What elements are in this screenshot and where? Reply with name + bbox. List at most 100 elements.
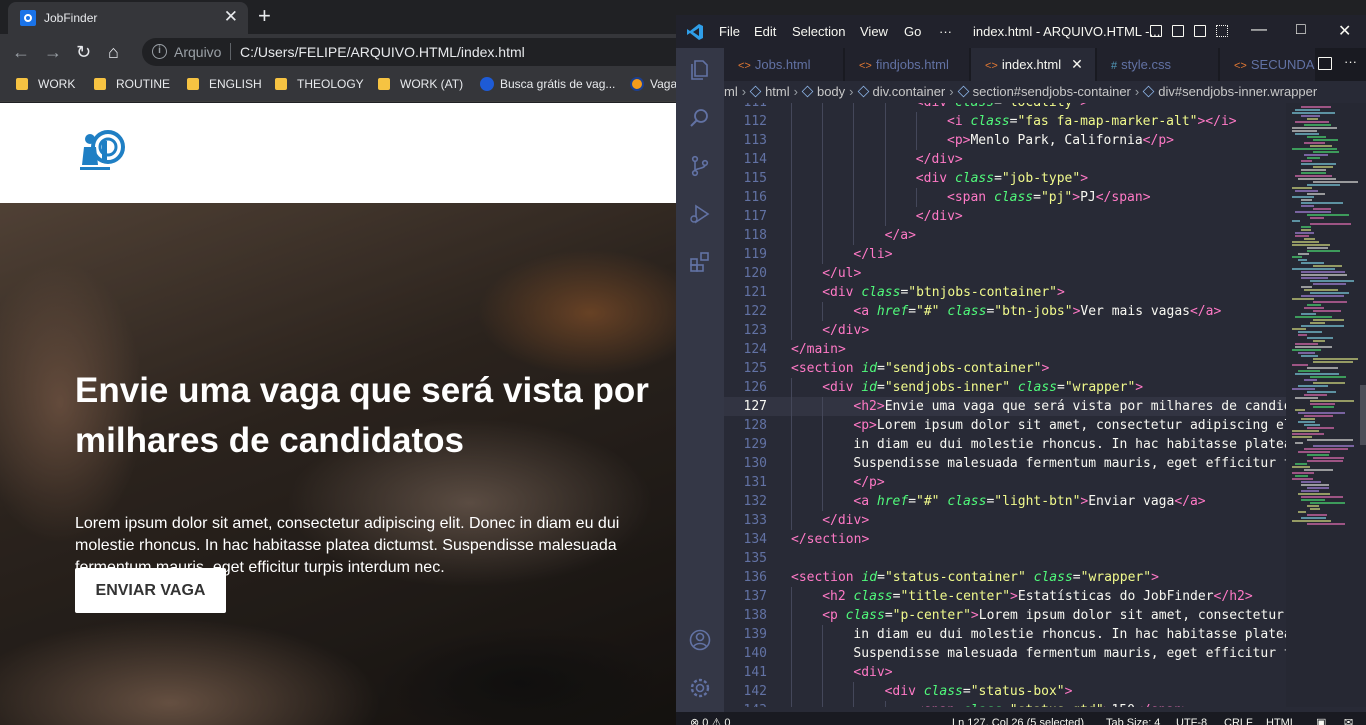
extensions-icon[interactable] (688, 250, 712, 274)
code-line[interactable]: 136 <section id="status-container" class=… (724, 568, 1286, 587)
language-mode[interactable]: HTML (1266, 712, 1296, 725)
bookmark-vaga[interactable]: Vaga (630, 77, 676, 91)
toggle-panel-icon[interactable] (1172, 25, 1184, 37)
new-tab-button[interactable]: + (258, 5, 271, 27)
jobfinder-logo-icon[interactable] (76, 127, 126, 177)
source-control-icon[interactable] (688, 154, 712, 178)
minimize-icon[interactable]: — (1251, 21, 1267, 39)
tab-index-html[interactable]: <> index.html ✕ (971, 48, 1096, 81)
breadcrumb-item[interactable]: section#sendjobs-container (973, 84, 1131, 99)
bookmark-theology[interactable]: THEOLOGY (275, 77, 364, 91)
minimap-line (1292, 112, 1335, 114)
code-line[interactable]: 138 <p class="p-center">Lorem ipsum dolor… (724, 606, 1286, 625)
home-icon[interactable]: ⌂ (108, 42, 119, 62)
toggle-secondary-sidebar-icon[interactable] (1194, 25, 1206, 37)
menu-go[interactable]: Go (904, 24, 921, 39)
code-line[interactable]: 131 </p> (724, 473, 1286, 492)
code-line[interactable]: 122 <a href="#" class="btn-jobs">Ver mais… (724, 302, 1286, 321)
customize-layout-icon[interactable] (1216, 25, 1228, 37)
tab-secundaria[interactable]: <> SECUNDA (1220, 48, 1316, 81)
breadcrumb-item[interactable]: div.container (873, 84, 946, 99)
code-line[interactable]: 133 </div> (724, 511, 1286, 530)
menu-edit[interactable]: Edit (754, 24, 776, 39)
code-line[interactable]: 120 </ul> (724, 264, 1286, 283)
code-line[interactable]: 124 </main> (724, 340, 1286, 359)
code-line[interactable]: 143 <span class="status-qtd">150</span> (724, 701, 1286, 707)
menu-selection[interactable]: Selection (792, 24, 845, 39)
reload-icon[interactable]: ↻ (76, 42, 91, 62)
code-token: = (1072, 570, 1081, 585)
settings-gear-icon[interactable] (688, 676, 712, 700)
line-ending[interactable]: CRLF (1224, 712, 1253, 725)
code-line[interactable]: 113 <p>Menlo Park, California</p> (724, 131, 1286, 150)
code-line[interactable]: 128 <p>Lorem ipsum dolor sit amet, consec… (724, 416, 1286, 435)
code-line[interactable]: 111 <div class="locality"> (724, 103, 1286, 112)
browser-tab[interactable]: JobFinder ✕ (8, 2, 248, 34)
close-tab-icon[interactable]: ✕ (1071, 56, 1083, 72)
breadcrumb-item[interactable]: body (817, 84, 845, 99)
code-line[interactable]: 116 <span class="pj">PJ</span> (724, 188, 1286, 207)
code-line[interactable]: 141 <div> (724, 663, 1286, 682)
cursor-position[interactable]: Ln 127, Col 26 (5 selected) (952, 712, 1084, 725)
code-line[interactable]: 137 <h2 class="title-center">Estatísticas… (724, 587, 1286, 606)
notifications-icon[interactable]: ✉ (1344, 712, 1353, 725)
problems-indicator[interactable]: ⊗ 0 ⚠ 0 (690, 712, 730, 725)
breadcrumb-item[interactable]: ml (724, 84, 738, 99)
close-window-icon[interactable]: ✕ (1338, 21, 1351, 41)
accounts-icon[interactable] (688, 628, 712, 652)
breadcrumb-item[interactable]: html (765, 84, 790, 99)
tab-size[interactable]: Tab Size: 4 (1106, 712, 1160, 725)
address-bar[interactable]: i Arquivo C:/Users/FELIPE/ARQUIVO.HTML/i… (142, 38, 676, 66)
bookmark-work-at[interactable]: WORK (AT) (378, 77, 463, 91)
tab-style-css[interactable]: # style.css (1097, 48, 1219, 81)
run-debug-icon[interactable] (688, 202, 712, 226)
enviar-vaga-button[interactable]: ENVIAR VAGA (75, 568, 226, 613)
tab-jobs-html[interactable]: <> Jobs.html (724, 48, 844, 81)
code-line[interactable]: 121 <div class="btnjobs-container"> (724, 283, 1286, 302)
bookmark-work[interactable]: WORK (16, 77, 75, 91)
code-line[interactable]: 115 <div class="job-type"> (724, 169, 1286, 188)
tab-findjobs-html[interactable]: <> findjobs.html (845, 48, 970, 81)
code-line[interactable]: 142 <div class="status-box"> (724, 682, 1286, 701)
feedback-icon[interactable]: ▣ (1316, 712, 1326, 725)
maximize-icon[interactable]: □ (1296, 21, 1306, 39)
bookmark-english[interactable]: ENGLISH (187, 77, 262, 91)
close-tab-icon[interactable]: ✕ (224, 8, 238, 26)
code-line[interactable]: 117 </div> (724, 207, 1286, 226)
code-editor[interactable]: 111<div class="locality">112<i class="fa… (724, 103, 1286, 707)
search-icon[interactable] (688, 106, 712, 130)
code-line[interactable]: 123 </div> (724, 321, 1286, 340)
editor-scrollbar[interactable] (1360, 385, 1366, 445)
split-editor-icon[interactable] (1318, 57, 1332, 70)
menu-file[interactable]: File (719, 24, 740, 39)
code-line[interactable]: 118 </a> (724, 226, 1286, 245)
encoding[interactable]: UTF-8 (1176, 712, 1207, 725)
minimap-line (1295, 373, 1339, 375)
toggle-sidebar-icon[interactable] (1150, 25, 1162, 37)
code-line[interactable]: 140 Suspendisse malesuada fermentum mauri… (724, 644, 1286, 663)
menu-view[interactable]: View (860, 24, 888, 39)
code-line[interactable]: 127 <h2>Envie uma vaga que será vista por… (724, 397, 1286, 416)
url-text[interactable]: C:/Users/FELIPE/ARQUIVO.HTML/index.html (240, 44, 525, 60)
more-actions-icon[interactable]: ··· (1344, 54, 1357, 69)
code-line[interactable]: 119 </li> (724, 245, 1286, 264)
code-line[interactable]: 132 <a href="#" class="light-btn">Enviar … (724, 492, 1286, 511)
code-line[interactable]: 135 (724, 549, 1286, 568)
forward-icon[interactable]: → (44, 42, 62, 62)
code-line[interactable]: 126 <div id="sendjobs-inner" class="wrapp… (724, 378, 1286, 397)
menu-more[interactable]: ··· (939, 24, 952, 39)
code-line[interactable]: 130 Suspendisse malesuada fermentum mauri… (724, 454, 1286, 473)
minimap[interactable] (1286, 103, 1366, 707)
bookmark-busca[interactable]: Busca grátis de vag... (480, 77, 615, 91)
explorer-icon[interactable] (688, 58, 712, 82)
breadcrumb-item[interactable]: div#sendjobs-inner.wrapper (1158, 84, 1317, 99)
bookmark-routine[interactable]: ROUTINE (94, 77, 170, 91)
code-line[interactable]: 134 </section> (724, 530, 1286, 549)
back-icon[interactable]: ← (12, 42, 30, 62)
code-line[interactable]: 139 in diam eu dui molestie rhoncus. In h… (724, 625, 1286, 644)
code-line[interactable]: 112 <i class="fas fa-map-marker-alt"></i> (724, 112, 1286, 131)
code-line[interactable]: 114 </div> (724, 150, 1286, 169)
site-info-icon[interactable]: i (152, 44, 167, 59)
code-line[interactable]: 125 <section id="sendjobs-container"> (724, 359, 1286, 378)
code-line[interactable]: 129 in diam eu dui molestie rhoncus. In h… (724, 435, 1286, 454)
